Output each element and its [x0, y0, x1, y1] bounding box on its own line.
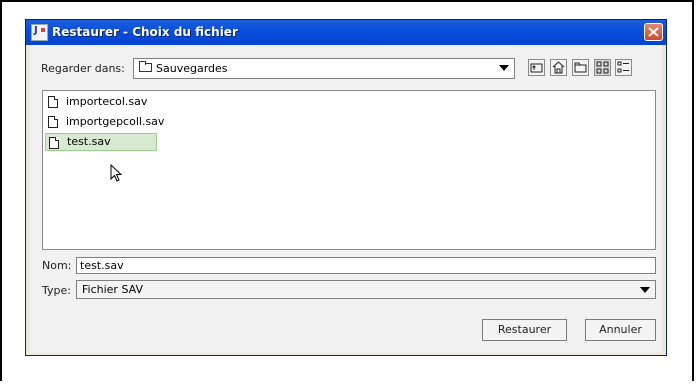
file-item-selected[interactable]: test.sav — [45, 133, 157, 151]
file-item[interactable]: importgepcoll.sav — [45, 113, 170, 131]
lookin-label: Regarder dans: — [41, 62, 125, 75]
close-button[interactable] — [644, 23, 663, 41]
title-bar[interactable]: J Restaurer - Choix du fichier — [26, 20, 666, 45]
new-folder-button[interactable] — [572, 59, 589, 76]
home-button[interactable] — [550, 59, 567, 76]
restore-button[interactable]: Restaurer — [482, 319, 567, 341]
chevron-down-icon — [640, 287, 650, 293]
list-view-icon — [596, 61, 609, 74]
new-folder-icon — [574, 62, 587, 73]
chevron-down-icon — [499, 65, 509, 71]
name-field[interactable]: test.sav — [76, 257, 656, 274]
dialog-body: Regarder dans: Sauvegardes importecol.sa… — [30, 45, 662, 353]
mouse-cursor-icon — [110, 164, 123, 182]
lookin-combo[interactable]: Sauvegardes — [133, 58, 515, 79]
file-icon — [48, 116, 58, 128]
java-app-icon: J — [31, 24, 48, 41]
file-name: test.sav — [67, 135, 111, 148]
lookin-value: Sauvegardes — [156, 62, 228, 75]
file-icon — [48, 96, 58, 108]
dialog-title: Restaurer - Choix du fichier — [52, 25, 238, 39]
file-name: importgepcoll.sav — [66, 115, 165, 128]
close-icon — [648, 27, 659, 37]
folder-icon — [139, 61, 152, 72]
file-chooser-dialog: J Restaurer - Choix du fichier Regarder … — [25, 19, 667, 356]
details-view-icon — [617, 61, 629, 73]
list-view-button[interactable] — [594, 59, 611, 76]
file-list[interactable]: importecol.sav importgepcoll.sav test.sa… — [42, 90, 656, 250]
type-combo[interactable]: Fichier SAV — [76, 280, 656, 299]
file-name: importecol.sav — [66, 95, 148, 108]
details-view-button[interactable] — [615, 59, 632, 76]
file-item[interactable]: importecol.sav — [45, 93, 153, 111]
up-folder-button[interactable] — [528, 59, 545, 76]
up-folder-icon — [530, 63, 543, 73]
name-label: Nom: — [42, 259, 72, 272]
type-value: Fichier SAV — [82, 283, 143, 296]
type-label: Type: — [42, 284, 71, 297]
home-icon — [552, 61, 565, 74]
cancel-button[interactable]: Annuler — [585, 319, 656, 341]
file-icon — [49, 137, 59, 149]
